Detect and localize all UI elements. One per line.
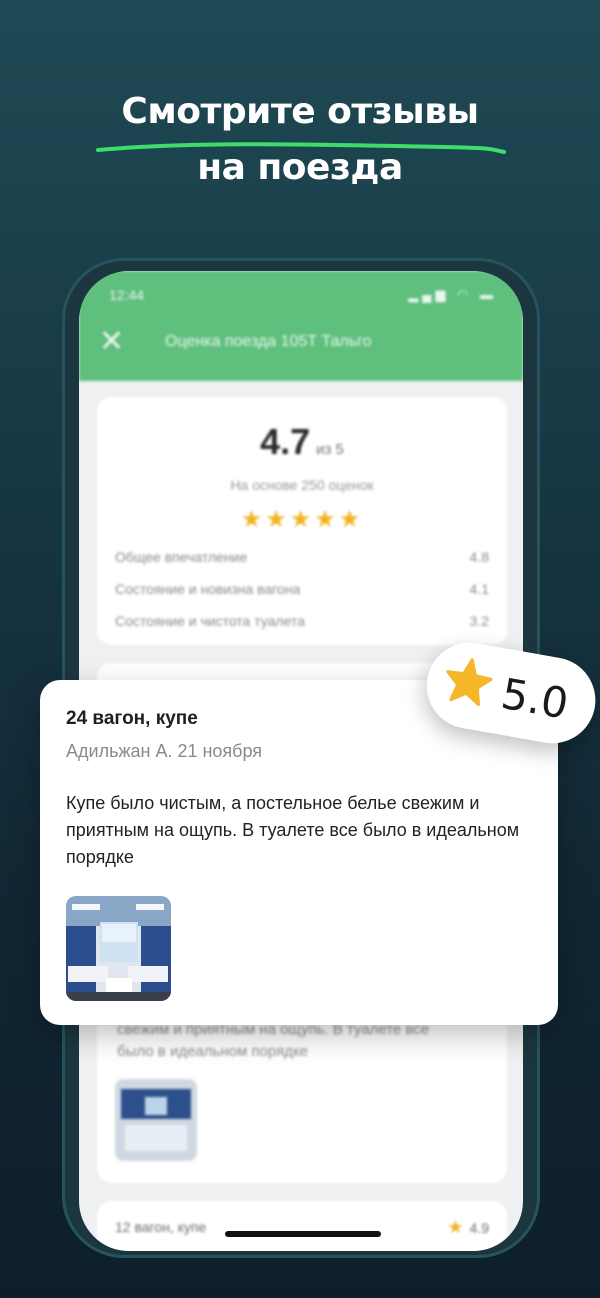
next-review-score: ★ 4.9 <box>447 1217 489 1238</box>
close-icon[interactable]: ✕ <box>99 327 124 357</box>
based-on: На основе 250 оценок <box>230 477 374 493</box>
criterion-value: 3.2 <box>469 613 489 629</box>
criterion-label: Состояние и чистота туалета <box>115 613 305 629</box>
score-out-of: из 5 <box>316 441 344 458</box>
criterion-row: Состояние и чистота туалета 3.2 <box>115 613 489 629</box>
star-icon <box>446 658 493 707</box>
badge-value: 5.0 <box>497 668 572 729</box>
review-title: 24 вагон, купе <box>66 708 198 729</box>
overall-score: 4.7 из 5 <box>97 421 507 463</box>
home-indicator[interactable] <box>225 1231 381 1237</box>
criterion-label: Общее впечатление <box>115 549 248 565</box>
criterion-row: Состояние и новизна вагона 4.1 <box>115 581 489 597</box>
criterion-value: 4.8 <box>469 549 489 565</box>
review-meta: Адильжан А. 21 ноября <box>66 741 263 761</box>
star-icon: ★ <box>447 1217 464 1237</box>
score-value: 4.7 <box>260 421 311 462</box>
next-review-card: 12 вагон, купе ★ 4.9 <box>97 1201 507 1251</box>
rating-summary-card: 4.7 из 5 На основе 250 оценок ★★★★★ Общее… <box>97 397 507 645</box>
bg-review-text: свежим и приятным на ощупь. В туалете вс… <box>117 1019 429 1063</box>
review-photo[interactable] <box>66 896 171 1001</box>
next-review-title: 12 вагон, купе <box>115 1219 207 1235</box>
review-body: Купе было чистым, а постельное белье све… <box>66 793 520 867</box>
app-bar: 12:44 ▂▄▆ ◠ ▬ ✕ Оценка поезда 105Т Тальг… <box>79 271 523 381</box>
nav-row: ✕ Оценка поезда 105Т Тальго <box>79 323 523 363</box>
nav-title: Оценка поезда 105Т Тальго <box>165 333 372 350</box>
criterion-label: Состояние и новизна вагона <box>115 581 301 597</box>
criterion-value: 4.1 <box>469 581 489 597</box>
headline-line-1: Смотрите отзывы <box>121 91 479 132</box>
status-bar: 12:44 ▂▄▆ ◠ ▬ <box>99 285 503 307</box>
next-review-score-value: 4.9 <box>469 1220 489 1236</box>
criterion-row: Общее впечатление 4.8 <box>115 549 489 565</box>
review-card[interactable]: 24 вагон, купе Адильжан А. 21 ноября Куп… <box>40 680 558 1025</box>
status-time: 12:44 <box>109 287 145 303</box>
status-icons: ▂▄▆ ◠ ▬ <box>408 287 497 302</box>
headline-underline <box>96 142 506 154</box>
star-rating-icon: ★★★★★ <box>240 506 364 533</box>
bg-review-line: было в идеальном порядке <box>117 1043 309 1060</box>
bg-review-photo <box>115 1079 197 1161</box>
